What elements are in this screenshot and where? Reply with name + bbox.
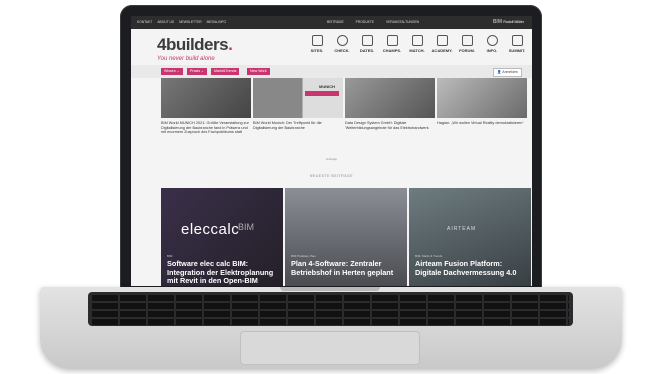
tab-wissen[interactable]: Wissen ⌄ (161, 68, 183, 75)
calendar-icon (361, 35, 373, 46)
main-nav: SITES. CHECK. DATES. CHAMPS. MATCH. ACAD… (306, 35, 528, 53)
news-card[interactable]: BIM World MUNICH 2021: Größte Veranstalt… (161, 78, 251, 152)
topbar-link-newsletter[interactable]: NEWSLETTER (179, 20, 202, 24)
tab-markt-trends[interactable]: Markt&Trends (211, 68, 240, 75)
nav-dates[interactable]: DATES. (356, 35, 378, 53)
laptop-screen: KONTAKT ABOUT US NEWSLETTER MEDIA-INFO B… (131, 16, 532, 286)
search-icon (336, 35, 348, 46)
lightbulb-icon (486, 35, 498, 46)
nav-summit[interactable]: SUMMIT. (506, 35, 528, 53)
laptop-hinge (280, 287, 380, 291)
site-logo[interactable]: 4builders. (157, 35, 233, 55)
news-image (161, 78, 251, 118)
nav-label: SITES. (310, 48, 324, 53)
news-caption: BIM World Munich: Der Treffpunkt für die… (253, 121, 322, 130)
topbar-link-media[interactable]: MEDIA-INFO (207, 20, 226, 24)
topbar-beitraege[interactable]: BEITRÄGE (327, 20, 344, 24)
topbar-link-about[interactable]: ABOUT US (157, 20, 174, 24)
section-heading: NEUESTE BEITRÄGE (309, 174, 354, 178)
news-card[interactable]: Hagian: „Wir wollen Virtual Reality demo… (437, 78, 527, 152)
nav-label: MATCH. (409, 48, 425, 53)
news-image: MUNICH (253, 78, 343, 118)
news-caption: BIM World MUNICH 2021: Größte Veranstalt… (161, 121, 249, 135)
nav-champs[interactable]: CHAMPS. (381, 35, 403, 53)
nav-label: CHAMPS. (382, 48, 402, 53)
featured-title: Plan 4-Software: Zentraler Betriebshof i… (291, 259, 394, 277)
login-button[interactable]: 👤 Anmelden (493, 68, 522, 77)
featured-kicker: BIM Praktiker, Bau (291, 254, 316, 258)
user-name: Rudolf Müller (503, 20, 524, 24)
topbar-produkte[interactable]: PRODUKTE (356, 20, 374, 24)
top-bar: KONTAKT ABOUT US NEWSLETTER MEDIA-INFO B… (131, 16, 532, 29)
handshake-icon (411, 35, 423, 46)
category-bar: Wissen ⌄ Praxis ⌄ Markt&Trends New Work … (131, 65, 532, 78)
nav-label: DATES. (359, 48, 375, 53)
nav-label: SUMMIT. (508, 48, 526, 53)
featured-overlay: AIRTEAM (447, 226, 477, 232)
featured-row: eleccalc BIM BIM Software elec calc BIM:… (161, 188, 532, 286)
featured-overlay: eleccalc (181, 221, 240, 238)
topbar-veranstaltungen[interactable]: VERANSTALTUNGEN (386, 20, 419, 24)
news-row: BIM World MUNICH 2021: Größte Veranstalt… (161, 78, 531, 152)
site-header: 4builders. You never build alone SITES. … (131, 29, 532, 65)
tab-label: Praxis (190, 69, 200, 73)
featured-overlay-bim: BIM (238, 222, 255, 232)
featured-kicker: BIM, Markt & Trends (415, 254, 443, 258)
nav-info[interactable]: INFO. (481, 35, 503, 53)
featured-card[interactable]: AIRTEAM BIM, Markt & Trends Airteam Fusi… (409, 188, 531, 286)
news-caption: Data Design System GmbH: Digitale 'Weite… (345, 121, 429, 130)
news-card[interactable]: Data Design System GmbH: Digitale 'Weite… (345, 78, 435, 152)
nav-check[interactable]: CHECK. (331, 35, 353, 53)
nav-label: FORUM. (459, 48, 475, 53)
news-card[interactable]: MUNICH BIM World Munich: Der Treffpunkt … (253, 78, 343, 152)
tab-label: Wissen (164, 69, 176, 73)
logo-text: 4builders (157, 35, 229, 54)
tab-praxis[interactable]: Praxis ⌄ (187, 68, 208, 75)
user-menu[interactable]: BIM Rudolf Müller (493, 19, 524, 25)
news-image (345, 78, 435, 118)
chat-icon (461, 35, 473, 46)
topbar-link-kontakt[interactable]: KONTAKT (137, 20, 152, 24)
tab-label: New Work (250, 69, 267, 73)
sites-icon (311, 35, 323, 46)
keyboard (88, 292, 573, 326)
nav-label: CHECK. (334, 48, 350, 53)
tab-new-work[interactable]: New Work (247, 68, 270, 75)
featured-card[interactable]: BIM Praktiker, Bau Plan 4-Software: Zent… (285, 188, 407, 286)
featured-title: Airteam Fusion Platform: Digitale Dachve… (415, 259, 517, 277)
nav-sites[interactable]: SITES. (306, 35, 328, 53)
event-date-banner (305, 91, 339, 96)
nav-match[interactable]: MATCH. (406, 35, 428, 53)
nav-forum[interactable]: FORUM. (456, 35, 478, 53)
trophy-icon (386, 35, 398, 46)
featured-card[interactable]: eleccalc BIM BIM Software elec calc BIM:… (161, 188, 283, 286)
tagline: You never build alone (157, 56, 215, 62)
graduation-cap-icon (436, 35, 448, 46)
user-prefix: BIM (492, 19, 502, 25)
news-image (437, 78, 527, 118)
nav-label: ACADEMY. (431, 48, 453, 53)
nav-academy[interactable]: ACADEMY. (431, 35, 453, 53)
user-icon: 👤 (497, 70, 502, 74)
ad-label: Anzeige (326, 157, 337, 161)
logo-dot: . (228, 35, 233, 54)
nav-label: INFO. (486, 48, 498, 53)
news-caption: Hagian: „Wir wollen Virtual Reality demo… (437, 121, 524, 125)
laptop-mockup: KONTAKT ABOUT US NEWSLETTER MEDIA-INFO B… (0, 0, 661, 374)
news-image-overlay: MUNICH (319, 84, 335, 89)
featured-title: Software elec calc BIM: Integration der … (167, 259, 274, 286)
tab-label: Markt&Trends (214, 69, 237, 73)
people-icon (511, 35, 523, 46)
login-label: Anmelden (502, 70, 518, 74)
featured-kicker: BIM (167, 254, 173, 258)
trackpad (240, 331, 420, 365)
